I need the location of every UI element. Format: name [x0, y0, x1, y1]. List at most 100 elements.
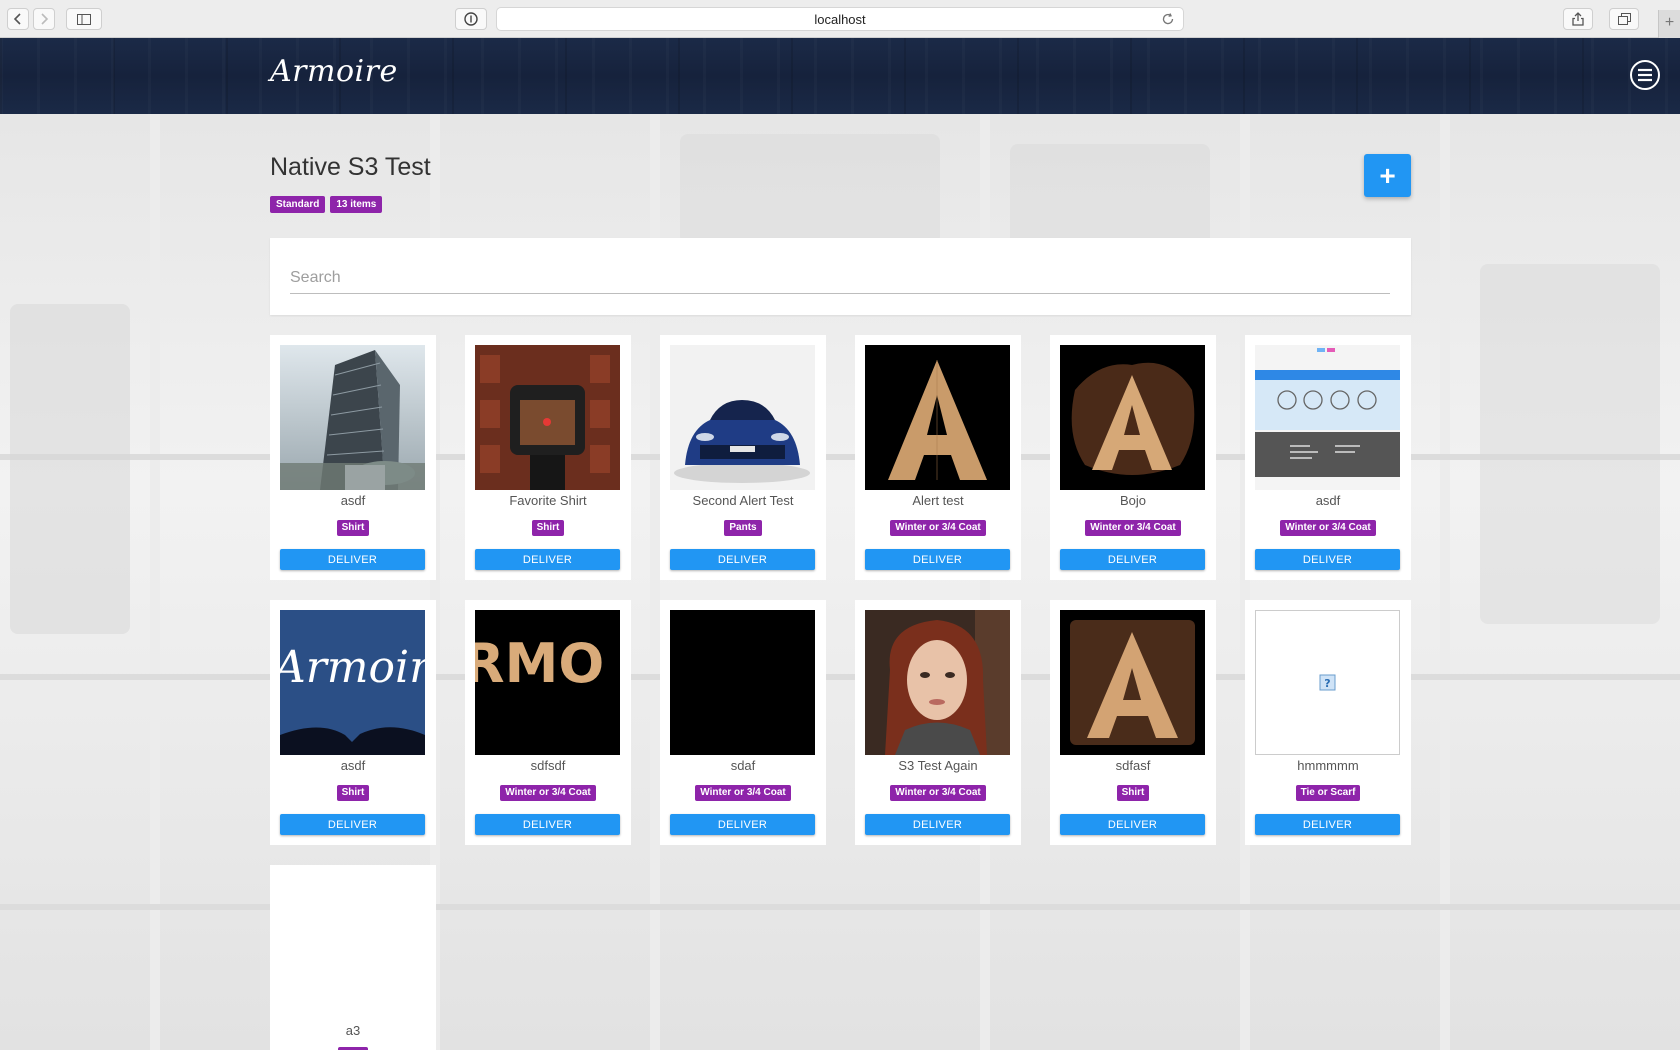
category-badge: Shirt	[336, 520, 370, 536]
item-image[interactable]	[1255, 345, 1400, 490]
item-card: RMO sdfsdf Winter or 3/4 Coat DELIVER	[465, 600, 631, 845]
item-category: Winter or 3/4 Coat	[660, 782, 826, 801]
add-item-button[interactable]: +	[1364, 154, 1411, 197]
privacy-icon[interactable]	[455, 8, 487, 30]
deliver-button[interactable]: DELIVER	[1060, 549, 1205, 570]
new-tab-icon[interactable]: +	[1658, 10, 1680, 38]
deliver-button[interactable]: DELIVER	[865, 549, 1010, 570]
app-logo[interactable]: Armoire	[270, 54, 398, 89]
item-image[interactable]	[865, 610, 1010, 755]
category-badge: Tie or Scarf	[1295, 785, 1361, 801]
category-badge: Winter or 3/4 Coat	[695, 785, 791, 801]
category-badge: Winter or 3/4 Coat	[890, 785, 986, 801]
url-text: localhost	[814, 11, 866, 27]
item-category: Shirt	[270, 782, 436, 801]
wardrobe-tags: Standard 13 items	[270, 196, 383, 213]
item-category: Shirt	[1050, 782, 1216, 801]
plus-icon: +	[1379, 159, 1396, 191]
deliver-button[interactable]: DELIVER	[1255, 549, 1400, 570]
item-card: Bojo Winter or 3/4 Coat DELIVER	[1050, 335, 1216, 580]
category-badge: Winter or 3/4 Coat	[1280, 520, 1376, 536]
item-category: Winter or 3/4 Coat	[1050, 517, 1216, 536]
item-name: sdfasf	[1115, 758, 1151, 773]
wardrobe-type-badge: Standard	[270, 196, 326, 213]
item-image[interactable]	[280, 875, 425, 1020]
share-icon[interactable]	[1563, 8, 1593, 30]
item-card: S3 Test Again Winter or 3/4 Coat DELIVER	[855, 600, 1021, 845]
sidebar-icon[interactable]	[66, 8, 102, 30]
item-card: ? hmmmmm Tie or Scarf DELIVER	[1245, 600, 1411, 845]
category-badge: Winter or 3/4 Coat	[1085, 520, 1181, 536]
broken-image-icon: ?	[1319, 674, 1336, 691]
item-name: hmmmmm	[1297, 758, 1359, 773]
item-image[interactable]: ?	[1255, 610, 1400, 755]
item-name: asdf	[1315, 493, 1341, 508]
item-card: Favorite Shirt Shirt DELIVER	[465, 335, 631, 580]
item-image[interactable]: Armoir	[280, 610, 425, 755]
svg-text:?: ?	[1324, 677, 1330, 690]
item-card: Second Alert Test Pants DELIVER	[660, 335, 826, 580]
deliver-button[interactable]: DELIVER	[475, 814, 620, 835]
item-card: a3	[270, 865, 436, 1050]
forward-icon[interactable]	[33, 8, 55, 30]
item-image[interactable]	[670, 345, 815, 490]
item-image[interactable]	[865, 345, 1010, 490]
deliver-button[interactable]: DELIVER	[865, 814, 1010, 835]
item-name: Alert test	[912, 493, 964, 508]
item-image[interactable]	[1060, 345, 1205, 490]
item-name: a3	[345, 1023, 361, 1038]
item-category: Shirt	[270, 517, 436, 536]
item-card: asdf Shirt DELIVER	[270, 335, 436, 580]
search-card	[270, 238, 1411, 315]
item-name: asdf	[340, 758, 366, 773]
deliver-button[interactable]: DELIVER	[280, 814, 425, 835]
menu-icon[interactable]	[1629, 59, 1661, 91]
search-input[interactable]	[290, 262, 1390, 294]
item-name: Bojo	[1119, 493, 1147, 508]
page-title: Native S3 Test	[270, 153, 431, 181]
item-name: Second Alert Test	[692, 493, 794, 508]
category-badge: Winter or 3/4 Coat	[500, 785, 596, 801]
item-category: Winter or 3/4 Coat	[855, 517, 1021, 536]
item-image[interactable]	[670, 610, 815, 755]
item-name: sdfsdf	[530, 758, 566, 773]
item-image[interactable]: RMO	[475, 610, 620, 755]
browser-toolbar: localhost +	[0, 0, 1680, 38]
item-name: asdf	[340, 493, 366, 508]
item-category: Shirt	[465, 517, 631, 536]
back-icon[interactable]	[7, 8, 29, 30]
category-badge: Shirt	[531, 520, 565, 536]
item-category: Pants	[660, 517, 826, 536]
deliver-button[interactable]: DELIVER	[280, 549, 425, 570]
item-name: S3 Test Again	[898, 758, 978, 773]
address-bar[interactable]: localhost	[496, 7, 1184, 31]
category-badge: Shirt	[336, 785, 370, 801]
item-card: asdf Winter or 3/4 Coat DELIVER	[1245, 335, 1411, 580]
item-category: Winter or 3/4 Coat	[1245, 517, 1411, 536]
deliver-button[interactable]: DELIVER	[1255, 814, 1400, 835]
deliver-button[interactable]: DELIVER	[1060, 814, 1205, 835]
category-badge: Shirt	[1116, 785, 1150, 801]
item-card: Armoir asdf Shirt DELIVER	[270, 600, 436, 845]
item-card: sdfasf Shirt DELIVER	[1050, 600, 1216, 845]
tabs-icon[interactable]	[1609, 8, 1639, 30]
item-category: Winter or 3/4 Coat	[855, 782, 1021, 801]
item-card: sdaf Winter or 3/4 Coat DELIVER	[660, 600, 826, 845]
category-badge: Winter or 3/4 Coat	[890, 520, 986, 536]
deliver-button[interactable]: DELIVER	[670, 549, 815, 570]
svg-text:Armoir: Armoir	[280, 642, 425, 693]
deliver-button[interactable]: DELIVER	[475, 549, 620, 570]
item-name: Favorite Shirt	[509, 493, 587, 508]
deliver-button[interactable]: DELIVER	[670, 814, 815, 835]
item-card: Alert test Winter or 3/4 Coat DELIVER	[855, 335, 1021, 580]
category-badge: Pants	[724, 520, 762, 536]
svg-text:RMO: RMO	[475, 632, 604, 695]
reload-icon[interactable]	[1161, 12, 1175, 29]
item-image[interactable]	[1060, 610, 1205, 755]
app-header: Armoire	[0, 38, 1680, 114]
item-category: Winter or 3/4 Coat	[465, 782, 631, 801]
item-image[interactable]	[280, 345, 425, 490]
item-count-badge: 13 items	[330, 196, 383, 213]
item-name: sdaf	[730, 758, 756, 773]
item-image[interactable]	[475, 345, 620, 490]
